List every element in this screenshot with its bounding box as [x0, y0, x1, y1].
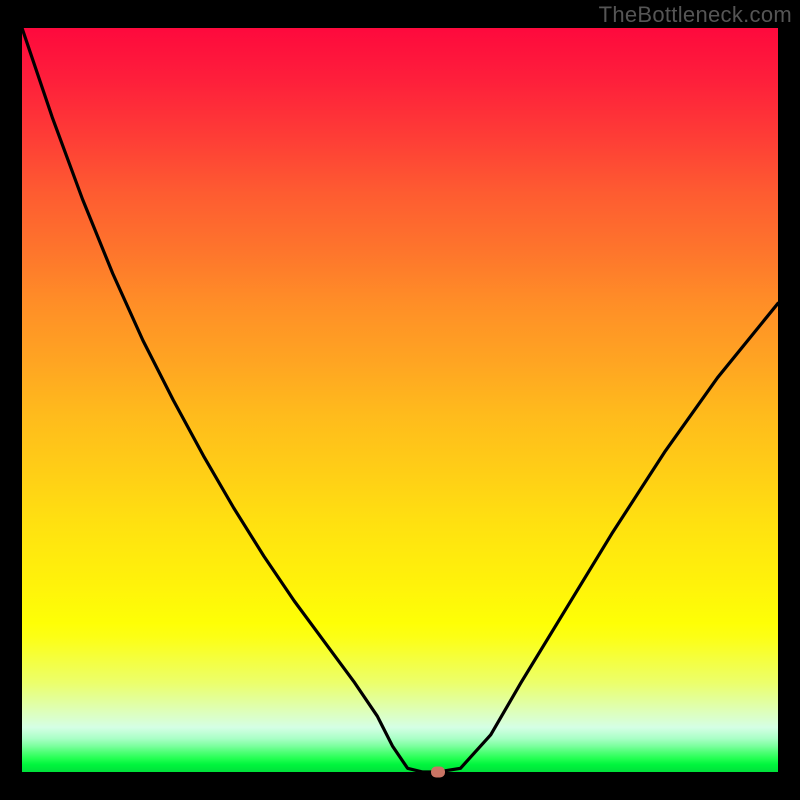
- bottleneck-curve: [22, 28, 778, 772]
- curve-svg: [22, 28, 778, 772]
- watermark-label: TheBottleneck.com: [599, 2, 792, 28]
- plot-area: [22, 28, 778, 772]
- chart-stage: TheBottleneck.com: [0, 0, 800, 800]
- optimum-marker: [431, 767, 445, 778]
